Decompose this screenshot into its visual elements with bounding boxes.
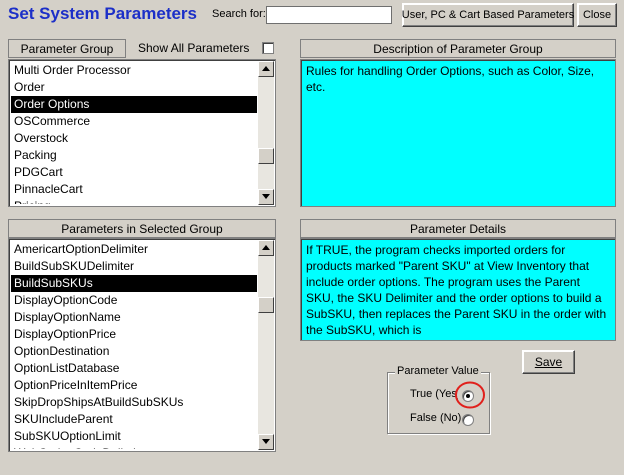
scroll-thumb[interactable] — [258, 148, 274, 164]
parameter-details-header: Parameter Details — [300, 219, 616, 238]
parameter-group-scrollbar[interactable] — [258, 61, 274, 205]
list-item[interactable]: Multi Order Processor — [11, 62, 257, 79]
user-pc-cart-parameters-button[interactable]: User, PC & Cart Based Parameters — [402, 3, 574, 27]
list-item[interactable]: WebOptionCodeDelimiter — [11, 445, 257, 449]
parameter-group-header: Parameter Group — [8, 39, 126, 58]
true-yes-label: True (Yes) — [410, 388, 458, 400]
false-no-label: False (No) — [410, 412, 462, 424]
list-item[interactable]: PDGCart — [11, 164, 257, 181]
list-item[interactable]: AmericartOptionDelimiter — [11, 241, 257, 258]
list-item[interactable]: OptionListDatabase — [11, 360, 257, 377]
scroll-down-arrow-icon[interactable] — [258, 189, 274, 205]
list-item[interactable]: DisplayOptionName — [11, 309, 257, 326]
highlight-circle-icon — [455, 381, 485, 409]
description-text: Rules for handling Order Options, such a… — [300, 59, 616, 207]
list-item[interactable]: SKUIncludeParent — [11, 411, 257, 428]
scroll-up-arrow-icon[interactable] — [258, 61, 274, 77]
parameter-group-list[interactable]: Multi Order Processor Order Order Options O… — [8, 59, 276, 207]
parameters-scrollbar[interactable] — [258, 240, 274, 450]
scroll-down-arrow-icon[interactable] — [258, 434, 274, 450]
list-item[interactable]: OSCommerce — [11, 113, 257, 130]
search-label: Search for: — [212, 8, 266, 20]
parameter-details-text: If TRUE, the program checks imported ord… — [300, 238, 616, 341]
list-item[interactable]: OptionPriceInItemPrice — [11, 377, 257, 394]
list-item[interactable]: SkipDropShipsAtBuildSubSKUs — [11, 394, 257, 411]
scroll-thumb[interactable] — [258, 297, 274, 313]
parameters-header: Parameters in Selected Group — [8, 219, 276, 238]
close-button[interactable]: Close — [577, 3, 617, 27]
false-no-radio[interactable] — [462, 414, 474, 426]
page-title: Set System Parameters — [8, 4, 198, 23]
list-item[interactable]: PinnacleCart — [11, 181, 257, 198]
list-item[interactable]: Overstock — [11, 130, 257, 147]
search-input[interactable] — [266, 6, 392, 24]
scroll-up-arrow-icon[interactable] — [258, 240, 274, 256]
show-all-checkbox[interactable] — [262, 42, 274, 54]
parameter-value-legend: Parameter Value — [395, 365, 481, 377]
save-button[interactable]: Save — [522, 350, 575, 374]
save-button-label: Save — [534, 355, 563, 369]
list-item[interactable]: Order Options — [11, 96, 257, 113]
list-item[interactable]: DisplayOptionPrice — [11, 326, 257, 343]
list-item[interactable]: SubSKUOptionLimit — [11, 428, 257, 445]
list-item[interactable]: Order — [11, 79, 257, 96]
list-item[interactable]: Pricing — [11, 198, 257, 204]
parameters-list[interactable]: AmericartOptionDelimiter BuildSubSKUDelim… — [8, 238, 276, 452]
list-item[interactable]: BuildSubSKUs — [11, 275, 257, 292]
list-item[interactable]: DisplayOptionCode — [11, 292, 257, 309]
list-item[interactable]: OptionDestination — [11, 343, 257, 360]
list-item[interactable]: BuildSubSKUDelimiter — [11, 258, 257, 275]
list-item[interactable]: Packing — [11, 147, 257, 164]
show-all-label: Show All Parameters — [138, 41, 250, 55]
description-header: Description of Parameter Group — [300, 39, 616, 58]
